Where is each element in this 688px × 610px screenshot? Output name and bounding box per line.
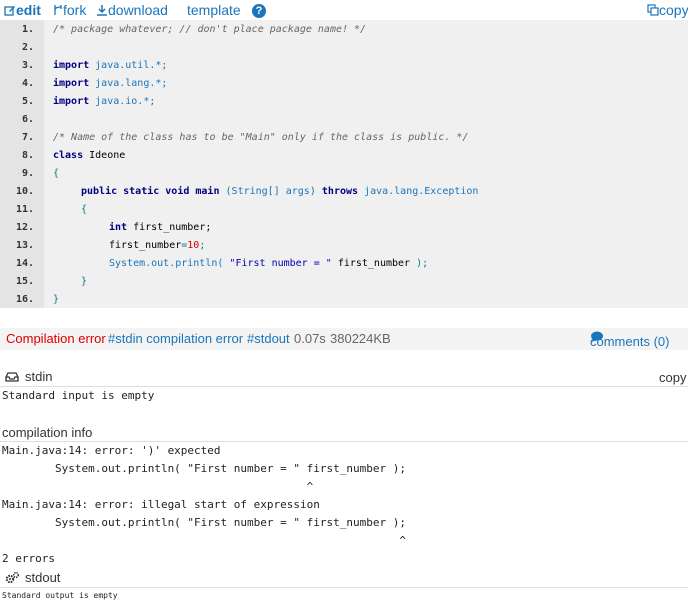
- line-number-gutter: 1. 2. 3. 4. 5. 6. 7. 8. 9. 10. 11. 12. 1…: [0, 20, 44, 308]
- inbox-icon: [5, 371, 19, 382]
- line-number: 3.: [21, 60, 34, 71]
- line-number: 9.: [21, 168, 34, 179]
- code-line-16: }: [53, 294, 60, 305]
- code-line-13: first_number=10;: [109, 240, 206, 251]
- fork-icon: [54, 5, 62, 15]
- result-status-bar: Compilation error #stdin compilation err…: [0, 328, 688, 350]
- line-number: 6.: [21, 114, 34, 125]
- compilation-line: Main.java:14: error: ')' expected: [2, 444, 221, 457]
- result-status: Compilation error: [6, 331, 106, 346]
- code-line-7: /* Name of the class has to be "Main" on…: [53, 132, 469, 143]
- line-number: 15.: [15, 276, 34, 287]
- stdout-header: stdout: [0, 570, 688, 585]
- line-number: 7.: [21, 132, 34, 143]
- help-icon[interactable]: ?: [252, 4, 266, 18]
- compilation-line: Main.java:14: error: illegal start of ex…: [2, 498, 320, 511]
- divider: [0, 386, 688, 387]
- source-code-panel: 1. 2. 3. 4. 5. 6. 7. 8. 9. 10. 11. 12. 1…: [0, 20, 688, 308]
- stdin-title: stdin: [25, 369, 53, 384]
- divider: [0, 587, 688, 588]
- stdin-content: Standard input is empty: [2, 389, 155, 402]
- execution-time: 0.07s: [294, 331, 326, 346]
- line-number: 12.: [15, 222, 34, 233]
- stdin-copy-link[interactable]: copy: [659, 370, 688, 385]
- divider: [0, 441, 688, 442]
- template-button[interactable]: template: [187, 2, 241, 18]
- copy-icon: [647, 4, 659, 16]
- compilation-line: ^: [2, 534, 406, 547]
- stdin-header: stdin: [0, 369, 688, 384]
- edit-button[interactable]: edit: [4, 2, 41, 18]
- code-line-14: System.out.println( "First number = " fi…: [109, 258, 429, 269]
- code-line-12: int first_number;: [109, 222, 212, 233]
- code-line-10: public static void main (String[] args) …: [81, 186, 479, 197]
- stdout-title: stdout: [25, 570, 61, 585]
- compilation-info-title: compilation info: [2, 425, 93, 440]
- compilation-line: 2 errors: [2, 552, 55, 565]
- memory-usage: 380224KB: [330, 331, 391, 346]
- compilation-line: System.out.println( "First number = " fi…: [2, 462, 406, 475]
- compilation-line: ^: [2, 480, 314, 493]
- stdin-link[interactable]: #stdin compilation error: [108, 331, 243, 346]
- code-line-4: import java.lang.*;: [53, 78, 168, 89]
- fork-button[interactable]: fork: [53, 2, 86, 18]
- compilation-line: System.out.println( "First number = " fi…: [2, 516, 406, 529]
- code-line-3: import java.util.*;: [53, 60, 168, 71]
- line-number: 5.: [21, 96, 34, 107]
- code-line-1: /* package whatever; // don't place pack…: [53, 24, 367, 35]
- edit-icon: [4, 6, 15, 16]
- line-number: 8.: [21, 150, 34, 161]
- toolbar: edit fork download template ? copy: [0, 0, 688, 20]
- code-line-5: import java.io.*;: [53, 96, 156, 107]
- comments-link[interactable]: comments (0): [590, 331, 669, 349]
- line-number: 11.: [15, 204, 34, 215]
- download-button[interactable]: download: [96, 2, 168, 18]
- stdout-content: Standard output is empty: [2, 591, 118, 600]
- code-line-8: class Ideone: [53, 150, 126, 161]
- code-line-15: }: [81, 276, 88, 287]
- line-number: 4.: [21, 78, 34, 89]
- code-line-11: {: [81, 204, 88, 215]
- line-number: 14.: [15, 258, 34, 269]
- gears-icon: [5, 571, 20, 584]
- copy-button[interactable]: copy: [647, 2, 688, 18]
- code-line-9: {: [53, 168, 60, 179]
- download-icon: [97, 5, 107, 16]
- line-number: 13.: [15, 240, 34, 251]
- line-number: 1.: [21, 24, 34, 35]
- line-number: 2.: [21, 42, 34, 53]
- line-number: 16.: [15, 294, 34, 305]
- line-number: 10.: [15, 186, 34, 197]
- stdout-link[interactable]: #stdout: [247, 331, 290, 346]
